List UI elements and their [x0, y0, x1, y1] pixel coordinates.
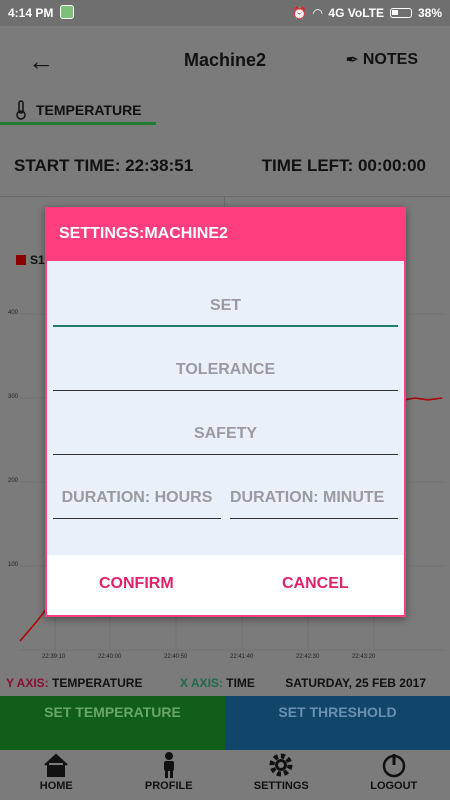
status-bar: 4:14 PM ⏰ ◠ 4G VoLTE 38% [0, 0, 450, 26]
nav-home-label: HOME [39, 780, 73, 792]
y-axis-value: TEMPERATURE [52, 676, 143, 690]
x-axis-info: X AXIS: TIME [180, 676, 255, 690]
set-input-underline [53, 325, 398, 327]
y-tick-label: 400 [8, 310, 19, 316]
legend-series-label: S1 [30, 253, 45, 267]
status-time: 4:14 PM [8, 6, 54, 20]
dialog-actions: CONFIRM CANCEL [47, 555, 404, 615]
y-tick-label: 200 [8, 478, 19, 484]
x-axis-key: X AXIS: [180, 676, 223, 690]
notes-label: NOTES [362, 51, 418, 68]
confirm-button[interactable]: CONFIRM [99, 575, 174, 593]
set-input[interactable]: SET [53, 297, 398, 327]
time-left: TIME LEFT: 00:00:00 [261, 156, 426, 175]
nav-profile[interactable]: PROFILE [113, 750, 226, 800]
person-icon [113, 750, 226, 780]
notification-app-icon [60, 5, 74, 19]
duration-minutes-underline [230, 518, 398, 519]
app-bar: ← Machine2 ✒ NOTES [0, 26, 450, 96]
y-axis-key: Y AXIS: [6, 676, 49, 690]
notes-button[interactable]: ✒ NOTES [345, 50, 418, 70]
set-placeholder: SET [209, 297, 242, 314]
tab-temperature[interactable]: TEMPERATURE [14, 100, 142, 120]
x-tick-label: 22:39:10 [42, 654, 66, 660]
nav-settings[interactable]: SETTINGS [225, 750, 338, 800]
cancel-button[interactable]: CANCEL [282, 575, 349, 593]
duration-hours-input[interactable]: DURATION: HOURS [53, 489, 221, 519]
battery-percent: 38% [417, 6, 442, 20]
power-icon [338, 750, 450, 780]
nav-logout[interactable]: LOGOUT [338, 750, 450, 800]
y-tick-label: 100 [8, 562, 19, 568]
tab-temperature-label: TEMPERATURE [36, 102, 142, 118]
legend-item-s1: S1 [16, 253, 45, 267]
tab-indicator [0, 122, 156, 125]
start-time: START TIME: 22:38:51 [14, 156, 194, 175]
set-temperature-button[interactable]: SET TEMPERATURE [0, 696, 225, 750]
status-right: ⏰ ◠ 4G VoLTE 38% [292, 6, 442, 20]
nav-settings-label: SETTINGS [253, 780, 309, 792]
nav-logout-label: LOGOUT [370, 780, 418, 792]
x-tick-label: 22:42:30 [296, 654, 320, 660]
tab-bar: TEMPERATURE [0, 96, 450, 126]
x-tick-label: 22:43:20 [352, 654, 376, 660]
series-color-swatch [16, 255, 26, 265]
bottom-nav: HOME PROFILE SETTINGS LOGOUT [0, 750, 450, 800]
y-axis-info: Y AXIS: TEMPERATURE [6, 676, 142, 690]
network-label: 4G VoLTE [328, 6, 384, 20]
gear-icon [225, 750, 338, 780]
safety-input-underline [53, 454, 398, 455]
x-axis-value: TIME [226, 676, 255, 690]
dialog-title: SETTINGS:MACHINE2 [47, 209, 404, 261]
duration-hours-underline [53, 518, 221, 519]
tolerance-input-underline [53, 390, 398, 391]
date-label: SATURDAY, 25 FEB 2017 [285, 676, 426, 690]
safety-placeholder: SAFETY [193, 425, 258, 442]
tolerance-placeholder: TOLERANCE [175, 361, 276, 378]
duration-hours-placeholder: DURATION: HOURS [61, 489, 213, 506]
nav-home[interactable]: HOME [0, 750, 113, 800]
settings-dialog: SETTINGS:MACHINE2 SET TOLERANCE SAFETY D… [45, 207, 406, 617]
thermometer-icon [16, 100, 26, 120]
x-tick-label: 22:41:40 [230, 654, 254, 660]
x-tick-label: 22:40:50 [164, 654, 188, 660]
y-tick-label: 300 [8, 394, 19, 400]
duration-minutes-input[interactable]: DURATION: MINUTE [230, 489, 398, 519]
set-threshold-button[interactable]: SET THRESHOLD [225, 696, 450, 750]
nav-profile-label: PROFILE [144, 780, 193, 792]
wifi-icon: ◠ [313, 6, 323, 20]
x-tick-label: 22:40:00 [98, 654, 122, 660]
pen-icon: ✒ [345, 52, 359, 69]
home-icon [0, 750, 113, 780]
duration-minutes-placeholder: DURATION: MINUTE [230, 489, 385, 506]
alarm-icon: ⏰ [292, 6, 308, 20]
battery-icon [389, 8, 412, 18]
safety-input[interactable]: SAFETY [53, 425, 398, 455]
tolerance-input[interactable]: TOLERANCE [53, 361, 398, 391]
